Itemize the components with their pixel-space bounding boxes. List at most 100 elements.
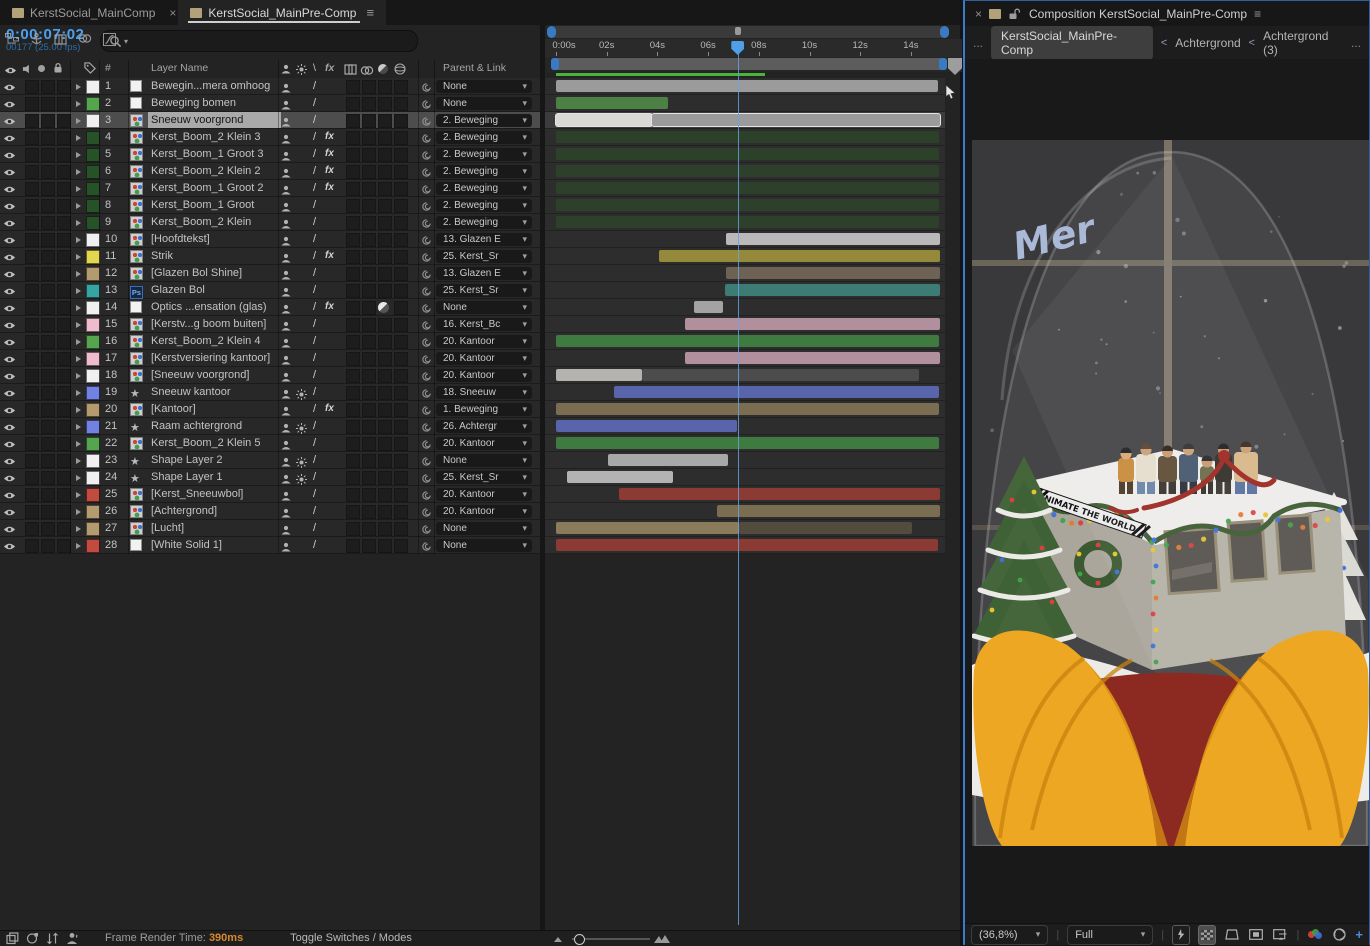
quality-switch-icon[interactable]: /	[313, 299, 316, 315]
layer-duration-bar[interactable]	[556, 369, 642, 381]
layer-duration-bar[interactable]	[556, 165, 939, 177]
threed-layer-box[interactable]	[394, 97, 408, 111]
layer-label-swatch[interactable]	[86, 386, 100, 400]
solo-toggle-box[interactable]	[41, 505, 55, 519]
layer-label-swatch[interactable]	[86, 199, 100, 213]
expand-arrow-icon[interactable]	[76, 305, 81, 311]
expand-arrow-icon[interactable]	[76, 424, 81, 430]
motion-blur-box[interactable]	[362, 420, 376, 434]
layer-row[interactable]: 13PsGlazen Bol/25. Kerst_Sr▾	[0, 282, 540, 299]
adjustment-layer-box[interactable]	[378, 352, 392, 366]
expand-arrow-icon[interactable]	[76, 390, 81, 396]
layer-label-swatch[interactable]	[86, 233, 100, 247]
layer-name[interactable]: Shape Layer 1	[151, 469, 278, 485]
expand-arrow-icon[interactable]	[76, 458, 81, 464]
adjustment-layer-box[interactable]	[378, 369, 392, 383]
frame-blend-column-icon[interactable]	[344, 63, 357, 76]
adjustment-layer-box[interactable]	[378, 114, 392, 128]
expand-arrow-icon[interactable]	[76, 509, 81, 515]
shy-switch-icon[interactable]	[281, 386, 291, 402]
layer-label-swatch[interactable]	[86, 505, 100, 519]
adjustment-layer-box[interactable]	[378, 386, 392, 400]
layer-duration-bar[interactable]	[659, 250, 940, 262]
parent-link-dropdown[interactable]: 20. Kantoor▾	[436, 437, 532, 450]
audio-toggle-box[interactable]	[25, 386, 39, 400]
lock-toggle-box[interactable]	[57, 386, 71, 400]
threed-layer-box[interactable]	[394, 505, 408, 519]
expand-arrow-icon[interactable]	[76, 492, 81, 498]
solo-toggle-box[interactable]	[41, 420, 55, 434]
motion-blur-box[interactable]	[362, 131, 376, 145]
solo-toggle-box[interactable]	[41, 148, 55, 162]
parent-link-dropdown[interactable]: 13. Glazen E▾	[436, 233, 532, 246]
layer-duration-bar[interactable]	[556, 148, 939, 160]
parent-link-column-label[interactable]: Parent & Link	[443, 62, 506, 74]
quality-switch-icon[interactable]: /	[313, 520, 316, 536]
layer-label-swatch[interactable]	[86, 335, 100, 349]
lock-open-icon[interactable]	[1008, 8, 1022, 20]
layer-label-swatch[interactable]	[86, 488, 100, 502]
layer-name[interactable]: [Kerstversiering kantoor]	[151, 350, 278, 366]
expand-arrow-icon[interactable]	[76, 407, 81, 413]
shy-switch-icon[interactable]	[281, 318, 291, 334]
audio-toggle-box[interactable]	[25, 335, 39, 349]
layer-visibility-eye-icon[interactable]	[3, 130, 19, 146]
audio-toggle-box[interactable]	[25, 250, 39, 264]
layer-name[interactable]: Kerst_Boom_1 Groot 3	[151, 146, 278, 162]
layer-visibility-eye-icon[interactable]	[3, 470, 19, 486]
draft-3d-icon[interactable]	[30, 33, 43, 46]
parent-link-dropdown[interactable]: 2. Beweging▾	[436, 131, 532, 144]
parent-link-dropdown[interactable]: 2. Beweging▾	[436, 148, 532, 161]
parent-link-dropdown[interactable]: None▾	[436, 522, 532, 535]
layer-name[interactable]: Strik	[151, 248, 278, 264]
adjustment-layer-icon[interactable]	[378, 302, 389, 313]
motion-blur-box[interactable]	[362, 539, 376, 553]
parent-pickwhip-icon[interactable]	[421, 367, 432, 383]
quality-switch-icon[interactable]: /	[313, 248, 316, 264]
parent-pickwhip-icon[interactable]	[421, 333, 432, 349]
layer-duration-bar[interactable]	[725, 284, 940, 296]
shy-switch-icon[interactable]	[281, 420, 291, 436]
parent-pickwhip-icon[interactable]	[421, 78, 432, 94]
collapse-transformations-icon[interactable]	[296, 471, 307, 487]
frame-blend-box[interactable]	[346, 386, 360, 400]
solo-toggle-box[interactable]	[41, 80, 55, 94]
frame-blending-icon[interactable]	[54, 33, 67, 46]
layer-label-swatch[interactable]	[86, 437, 100, 451]
layer-row[interactable]: 25[Kerst_Sneeuwbol]/20. Kantoor▾	[0, 486, 540, 503]
quality-column-icon[interactable]: \	[313, 62, 316, 74]
threed-layer-box[interactable]	[394, 352, 408, 366]
layer-duration-bar[interactable]	[614, 386, 938, 398]
parent-pickwhip-icon[interactable]	[421, 486, 432, 502]
quality-switch-icon[interactable]: /	[313, 129, 316, 145]
threed-layer-box[interactable]	[394, 471, 408, 485]
audio-toggle-box[interactable]	[25, 352, 39, 366]
layer-duration-bar[interactable]	[556, 131, 939, 143]
threed-layer-box[interactable]	[394, 165, 408, 179]
threed-layer-box[interactable]	[394, 420, 408, 434]
shy-switch-icon[interactable]	[281, 488, 291, 504]
layer-label-swatch[interactable]	[86, 284, 100, 298]
expand-arrow-icon[interactable]	[76, 322, 81, 328]
layer-visibility-eye-icon[interactable]	[3, 113, 19, 129]
adjustment-layer-box[interactable]	[378, 131, 392, 145]
layer-label-swatch[interactable]	[86, 403, 100, 417]
expand-arrow-icon[interactable]	[76, 288, 81, 294]
parent-pickwhip-icon[interactable]	[421, 316, 432, 332]
audio-toggle-box[interactable]	[25, 284, 39, 298]
parent-pickwhip-icon[interactable]	[421, 537, 432, 553]
fast-previews-icon[interactable]	[1172, 925, 1190, 945]
shy-person-icon[interactable]	[66, 932, 79, 945]
collapse-transformations-icon[interactable]	[296, 386, 307, 402]
navigator-end-handle[interactable]	[940, 26, 949, 38]
adjustment-layer-box[interactable]	[378, 420, 392, 434]
expand-arrow-icon[interactable]	[76, 339, 81, 345]
layer-visibility-eye-icon[interactable]	[3, 249, 19, 265]
layer-visibility-eye-icon[interactable]	[3, 215, 19, 231]
audio-toggle-box[interactable]	[25, 420, 39, 434]
layer-visibility-eye-icon[interactable]	[3, 181, 19, 197]
parent-pickwhip-icon[interactable]	[421, 180, 432, 196]
parent-pickwhip-icon[interactable]	[421, 401, 432, 417]
lock-toggle-box[interactable]	[57, 233, 71, 247]
adjustment-layer-box[interactable]	[378, 505, 392, 519]
